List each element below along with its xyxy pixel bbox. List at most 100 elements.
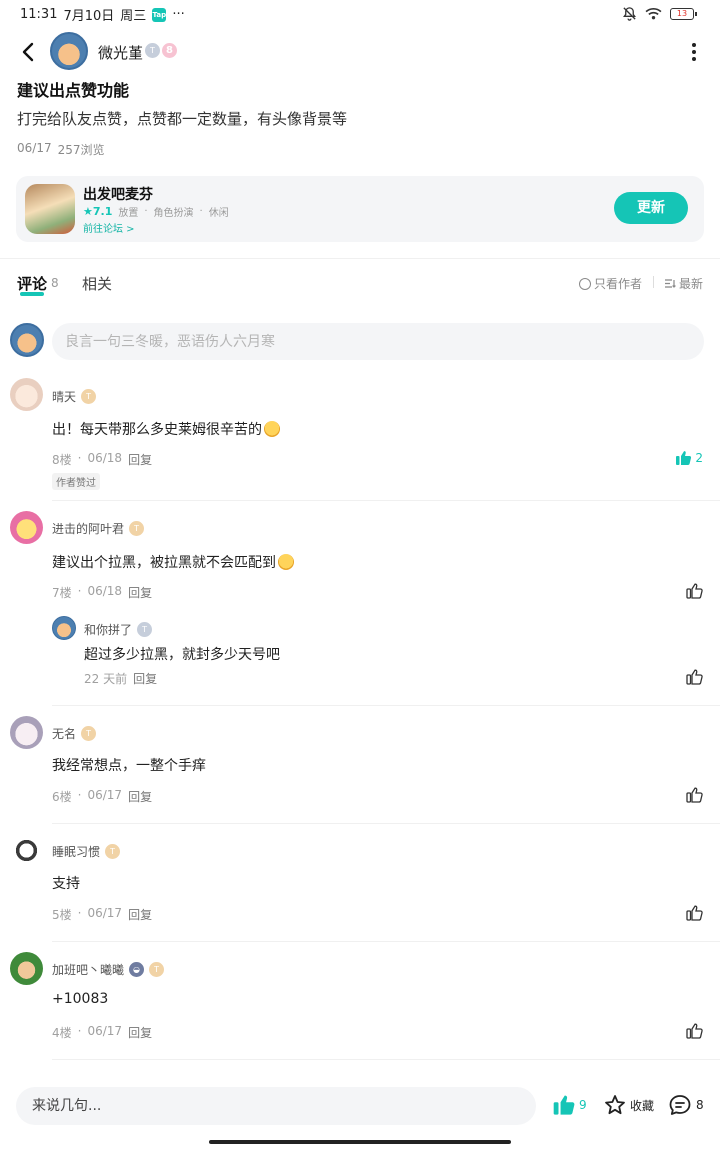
verified-badge-icon: T xyxy=(145,43,160,58)
filter-separator xyxy=(653,276,654,288)
like-button[interactable] xyxy=(686,669,703,685)
commenter-avatar[interactable] xyxy=(10,716,43,749)
comment-meta: 6楼 · 06/17 回复 xyxy=(52,788,152,805)
game-info: ★7.1 放置 · 角色扮演 · 休闲 xyxy=(83,204,229,219)
thumbs-up-filled-icon xyxy=(553,1095,575,1115)
like-button[interactable] xyxy=(686,1023,703,1039)
verified-badge-icon: T xyxy=(137,622,153,637)
sort-icon xyxy=(664,279,676,288)
replier-name[interactable]: 和你拼了 T xyxy=(84,621,153,638)
newest-label: 最新 xyxy=(678,277,703,291)
comment-item: 加班吧丶曦曦 ◒ T +10083 4楼 · 06/17 回复 xyxy=(0,952,720,1062)
emoji-icon xyxy=(264,421,280,437)
comment-date: 06/17 xyxy=(87,906,123,920)
tab-related[interactable]: 相关 xyxy=(82,273,112,294)
thumbs-up-icon xyxy=(686,905,703,921)
taptap-app-icon: Tap xyxy=(152,7,167,22)
meta-dot: · xyxy=(77,584,82,598)
bottom-comment-input[interactable] xyxy=(16,1087,536,1125)
commenter-avatar[interactable] xyxy=(10,834,43,867)
comment-item: 无名 T 我经常想点，一整个手痒 6楼 · 06/17 回复 xyxy=(0,716,720,824)
commenter-name[interactable]: 加班吧丶曦曦 ◒ T xyxy=(52,961,165,978)
like-button[interactable] xyxy=(686,583,703,599)
replier-name-text: 和你拼了 xyxy=(84,623,133,637)
post-body: 打完给队友点赞，点赞都一定数量，有头像背景等 xyxy=(17,110,348,128)
post-date: 06/17 xyxy=(17,141,52,155)
comment-floor: 5楼 xyxy=(52,908,72,922)
author-name[interactable]: 微光堇 xyxy=(98,42,143,63)
game-icon[interactable] xyxy=(25,184,75,234)
comment-date: 06/18 xyxy=(87,451,123,465)
chevron-left-icon xyxy=(22,42,34,62)
post-title: 建议出点赞功能 xyxy=(17,81,130,100)
more-options-button[interactable] xyxy=(684,40,704,64)
update-button[interactable]: 更新 xyxy=(614,192,688,224)
comment-count-button[interactable]: 8 xyxy=(668,1094,704,1116)
comment-text: 我经常想点，一整个手痒 xyxy=(52,755,206,775)
comment-text: 支持 xyxy=(52,873,80,893)
commenter-name-text: 无名 xyxy=(52,727,77,741)
author-liked-tag: 作者赞过 xyxy=(52,473,100,490)
comment-text: 出！每天带那么多史莱姆很辛苦的 xyxy=(52,419,280,439)
wifi-icon xyxy=(645,7,662,20)
tag-separator: · xyxy=(144,206,148,217)
comment-input[interactable] xyxy=(52,323,704,360)
commenter-name[interactable]: 无名 T xyxy=(52,725,97,742)
post-like-button[interactable]: 9 xyxy=(552,1094,587,1116)
status-bar: 11:31 7月10日 周三 Tap ··· 13 xyxy=(0,0,720,28)
only-author-toggle[interactable]: 只看作者 xyxy=(578,275,642,292)
comment-meta: 5楼 · 06/17 回复 xyxy=(52,906,152,923)
commenter-name[interactable]: 睡眠习惯 T xyxy=(52,843,121,860)
comment-floor: 8楼 xyxy=(52,453,72,467)
comment-divider xyxy=(52,500,720,501)
level-badge-icon: T xyxy=(81,389,97,404)
comment-item: 晴天 T 出！每天带那么多史莱姆很辛苦的 8楼 · 06/18 回复 2 作者赞… xyxy=(0,378,720,501)
only-author-label: 只看作者 xyxy=(593,277,642,291)
replier-avatar[interactable] xyxy=(52,616,76,640)
commenter-avatar[interactable] xyxy=(10,511,43,544)
like-button[interactable] xyxy=(686,787,703,803)
commenter-name[interactable]: 进击的阿叶君 T xyxy=(52,520,145,537)
game-rating: ★7.1 xyxy=(83,205,113,218)
commenter-avatar[interactable] xyxy=(10,378,43,411)
game-name[interactable]: 出发吧麦芬 xyxy=(83,184,153,204)
commenter-name[interactable]: 晴天 T xyxy=(52,388,97,405)
back-button[interactable] xyxy=(14,38,42,66)
thumbs-up-icon xyxy=(686,787,703,803)
emoji-icon xyxy=(278,554,294,570)
favorite-button[interactable]: 收藏 xyxy=(604,1094,654,1116)
status-weekday: 周三 xyxy=(120,9,147,24)
reply-button[interactable]: 回复 xyxy=(128,1024,152,1041)
comment-text-content: +10083 xyxy=(52,991,109,1007)
comment-text: +10083 xyxy=(52,991,108,1007)
section-divider xyxy=(0,258,720,259)
tab-comments[interactable]: 评论 xyxy=(17,273,47,294)
home-indicator[interactable] xyxy=(209,1140,511,1144)
commenter-avatar[interactable] xyxy=(10,952,43,985)
reply-button[interactable]: 回复 xyxy=(128,788,152,805)
post-like-count: 9 xyxy=(579,1098,587,1112)
sort-newest-button[interactable]: 最新 xyxy=(664,275,703,292)
comment-floor: 6楼 xyxy=(52,790,72,804)
favorite-label: 收藏 xyxy=(630,1098,655,1113)
comment-count: 8 xyxy=(696,1098,704,1112)
game-tag: 休闲 xyxy=(208,208,229,219)
comment-item: 睡眠习惯 T 支持 5楼 · 06/17 回复 xyxy=(0,834,720,942)
like-button[interactable]: 2 xyxy=(675,450,703,466)
reply-button[interactable]: 回复 xyxy=(133,670,157,687)
level-badge-icon: T xyxy=(81,726,97,741)
thumbs-up-icon xyxy=(686,1023,703,1039)
reply-button[interactable]: 回复 xyxy=(128,584,152,601)
comment-text-content: 建议出个拉黑，被拉黑就不会匹配到 xyxy=(52,555,276,571)
commenter-name-text: 晴天 xyxy=(52,390,77,404)
comment-text-content: 支持 xyxy=(52,876,80,892)
forum-link[interactable]: 前往论坛 > xyxy=(83,220,135,235)
reply-button[interactable]: 回复 xyxy=(128,451,152,468)
author-avatar[interactable] xyxy=(50,32,88,70)
like-button[interactable] xyxy=(686,905,703,921)
comment-meta: 4楼 · 06/17 回复 xyxy=(52,1024,152,1041)
reply-button[interactable]: 回复 xyxy=(128,906,152,923)
game-card[interactable]: 出发吧麦芬 ★7.1 放置 · 角色扮演 · 休闲 前往论坛 > 更新 xyxy=(16,176,704,242)
comment-item: 进击的阿叶君 T 建议出个拉黑，被拉黑就不会匹配到 7楼 · 06/18 回复 … xyxy=(0,511,720,706)
game-tag: 放置 xyxy=(118,208,139,219)
